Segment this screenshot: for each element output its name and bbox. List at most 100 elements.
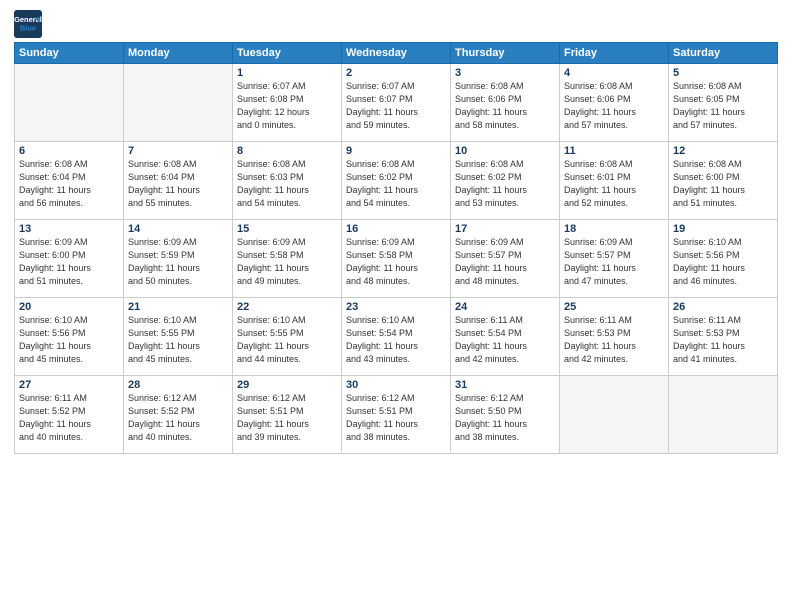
logo: General Blue <box>14 10 44 38</box>
calendar-cell: 2Sunrise: 6:07 AMSunset: 6:07 PMDaylight… <box>342 64 451 142</box>
day-info: Sunrise: 6:12 AMSunset: 5:50 PMDaylight:… <box>455 392 555 444</box>
calendar-cell: 1Sunrise: 6:07 AMSunset: 6:08 PMDaylight… <box>233 64 342 142</box>
day-info: Sunrise: 6:11 AMSunset: 5:52 PMDaylight:… <box>19 392 119 444</box>
day-number: 23 <box>346 301 446 313</box>
calendar-cell <box>669 376 778 454</box>
day-number: 8 <box>237 145 337 157</box>
day-info: Sunrise: 6:09 AMSunset: 5:58 PMDaylight:… <box>346 236 446 288</box>
calendar-cell: 25Sunrise: 6:11 AMSunset: 5:53 PMDayligh… <box>560 298 669 376</box>
calendar-cell: 7Sunrise: 6:08 AMSunset: 6:04 PMDaylight… <box>124 142 233 220</box>
day-number: 11 <box>564 145 664 157</box>
day-info: Sunrise: 6:07 AMSunset: 6:08 PMDaylight:… <box>237 80 337 132</box>
calendar-cell: 15Sunrise: 6:09 AMSunset: 5:58 PMDayligh… <box>233 220 342 298</box>
day-info: Sunrise: 6:08 AMSunset: 6:01 PMDaylight:… <box>564 158 664 210</box>
day-number: 22 <box>237 301 337 313</box>
day-number: 9 <box>346 145 446 157</box>
day-number: 13 <box>19 223 119 235</box>
weekday-header-row: SundayMondayTuesdayWednesdayThursdayFrid… <box>15 43 778 64</box>
day-info: Sunrise: 6:08 AMSunset: 6:03 PMDaylight:… <box>237 158 337 210</box>
day-number: 15 <box>237 223 337 235</box>
calendar-cell: 13Sunrise: 6:09 AMSunset: 6:00 PMDayligh… <box>15 220 124 298</box>
calendar-cell: 18Sunrise: 6:09 AMSunset: 5:57 PMDayligh… <box>560 220 669 298</box>
weekday-header-thursday: Thursday <box>451 43 560 64</box>
day-info: Sunrise: 6:08 AMSunset: 6:00 PMDaylight:… <box>673 158 773 210</box>
header: General Blue <box>14 10 778 38</box>
day-number: 6 <box>19 145 119 157</box>
day-info: Sunrise: 6:08 AMSunset: 6:06 PMDaylight:… <box>455 80 555 132</box>
calendar-cell: 16Sunrise: 6:09 AMSunset: 5:58 PMDayligh… <box>342 220 451 298</box>
day-number: 30 <box>346 379 446 391</box>
weekday-header-monday: Monday <box>124 43 233 64</box>
calendar-cell: 24Sunrise: 6:11 AMSunset: 5:54 PMDayligh… <box>451 298 560 376</box>
calendar-cell: 28Sunrise: 6:12 AMSunset: 5:52 PMDayligh… <box>124 376 233 454</box>
day-info: Sunrise: 6:10 AMSunset: 5:54 PMDaylight:… <box>346 314 446 366</box>
day-number: 5 <box>673 67 773 79</box>
calendar-cell: 12Sunrise: 6:08 AMSunset: 6:00 PMDayligh… <box>669 142 778 220</box>
day-number: 2 <box>346 67 446 79</box>
weekday-header-sunday: Sunday <box>15 43 124 64</box>
day-number: 17 <box>455 223 555 235</box>
calendar-week-2: 6Sunrise: 6:08 AMSunset: 6:04 PMDaylight… <box>15 142 778 220</box>
weekday-header-tuesday: Tuesday <box>233 43 342 64</box>
weekday-header-wednesday: Wednesday <box>342 43 451 64</box>
day-info: Sunrise: 6:07 AMSunset: 6:07 PMDaylight:… <box>346 80 446 132</box>
calendar-cell <box>124 64 233 142</box>
day-info: Sunrise: 6:10 AMSunset: 5:56 PMDaylight:… <box>19 314 119 366</box>
weekday-header-saturday: Saturday <box>669 43 778 64</box>
day-number: 21 <box>128 301 228 313</box>
calendar-cell: 3Sunrise: 6:08 AMSunset: 6:06 PMDaylight… <box>451 64 560 142</box>
calendar-cell: 5Sunrise: 6:08 AMSunset: 6:05 PMDaylight… <box>669 64 778 142</box>
calendar-cell: 10Sunrise: 6:08 AMSunset: 6:02 PMDayligh… <box>451 142 560 220</box>
calendar-week-1: 1Sunrise: 6:07 AMSunset: 6:08 PMDaylight… <box>15 64 778 142</box>
calendar-cell: 4Sunrise: 6:08 AMSunset: 6:06 PMDaylight… <box>560 64 669 142</box>
day-number: 29 <box>237 379 337 391</box>
day-info: Sunrise: 6:12 AMSunset: 5:51 PMDaylight:… <box>346 392 446 444</box>
calendar-cell: 27Sunrise: 6:11 AMSunset: 5:52 PMDayligh… <box>15 376 124 454</box>
day-info: Sunrise: 6:08 AMSunset: 6:04 PMDaylight:… <box>19 158 119 210</box>
calendar-cell: 8Sunrise: 6:08 AMSunset: 6:03 PMDaylight… <box>233 142 342 220</box>
svg-text:Blue: Blue <box>20 24 36 33</box>
day-info: Sunrise: 6:12 AMSunset: 5:52 PMDaylight:… <box>128 392 228 444</box>
calendar-cell: 26Sunrise: 6:11 AMSunset: 5:53 PMDayligh… <box>669 298 778 376</box>
day-number: 16 <box>346 223 446 235</box>
calendar-cell: 23Sunrise: 6:10 AMSunset: 5:54 PMDayligh… <box>342 298 451 376</box>
day-number: 26 <box>673 301 773 313</box>
day-number: 18 <box>564 223 664 235</box>
calendar-cell: 30Sunrise: 6:12 AMSunset: 5:51 PMDayligh… <box>342 376 451 454</box>
logo-icon: General Blue <box>14 10 42 38</box>
day-info: Sunrise: 6:08 AMSunset: 6:02 PMDaylight:… <box>455 158 555 210</box>
day-info: Sunrise: 6:11 AMSunset: 5:54 PMDaylight:… <box>455 314 555 366</box>
calendar-week-3: 13Sunrise: 6:09 AMSunset: 6:00 PMDayligh… <box>15 220 778 298</box>
calendar-cell: 22Sunrise: 6:10 AMSunset: 5:55 PMDayligh… <box>233 298 342 376</box>
calendar-cell: 20Sunrise: 6:10 AMSunset: 5:56 PMDayligh… <box>15 298 124 376</box>
day-number: 19 <box>673 223 773 235</box>
day-info: Sunrise: 6:08 AMSunset: 6:02 PMDaylight:… <box>346 158 446 210</box>
day-info: Sunrise: 6:09 AMSunset: 6:00 PMDaylight:… <box>19 236 119 288</box>
calendar-cell: 9Sunrise: 6:08 AMSunset: 6:02 PMDaylight… <box>342 142 451 220</box>
calendar-week-4: 20Sunrise: 6:10 AMSunset: 5:56 PMDayligh… <box>15 298 778 376</box>
day-number: 1 <box>237 67 337 79</box>
day-number: 25 <box>564 301 664 313</box>
day-info: Sunrise: 6:09 AMSunset: 5:57 PMDaylight:… <box>455 236 555 288</box>
day-number: 31 <box>455 379 555 391</box>
day-number: 27 <box>19 379 119 391</box>
calendar-week-5: 27Sunrise: 6:11 AMSunset: 5:52 PMDayligh… <box>15 376 778 454</box>
calendar-cell: 11Sunrise: 6:08 AMSunset: 6:01 PMDayligh… <box>560 142 669 220</box>
calendar-cell <box>15 64 124 142</box>
day-number: 7 <box>128 145 228 157</box>
day-number: 4 <box>564 67 664 79</box>
day-info: Sunrise: 6:12 AMSunset: 5:51 PMDaylight:… <box>237 392 337 444</box>
day-info: Sunrise: 6:08 AMSunset: 6:04 PMDaylight:… <box>128 158 228 210</box>
day-number: 14 <box>128 223 228 235</box>
day-number: 10 <box>455 145 555 157</box>
day-info: Sunrise: 6:08 AMSunset: 6:05 PMDaylight:… <box>673 80 773 132</box>
calendar-cell: 14Sunrise: 6:09 AMSunset: 5:59 PMDayligh… <box>124 220 233 298</box>
day-info: Sunrise: 6:08 AMSunset: 6:06 PMDaylight:… <box>564 80 664 132</box>
day-info: Sunrise: 6:09 AMSunset: 5:57 PMDaylight:… <box>564 236 664 288</box>
weekday-header-friday: Friday <box>560 43 669 64</box>
day-number: 12 <box>673 145 773 157</box>
calendar-cell: 19Sunrise: 6:10 AMSunset: 5:56 PMDayligh… <box>669 220 778 298</box>
day-number: 24 <box>455 301 555 313</box>
day-info: Sunrise: 6:10 AMSunset: 5:55 PMDaylight:… <box>237 314 337 366</box>
day-info: Sunrise: 6:09 AMSunset: 5:58 PMDaylight:… <box>237 236 337 288</box>
